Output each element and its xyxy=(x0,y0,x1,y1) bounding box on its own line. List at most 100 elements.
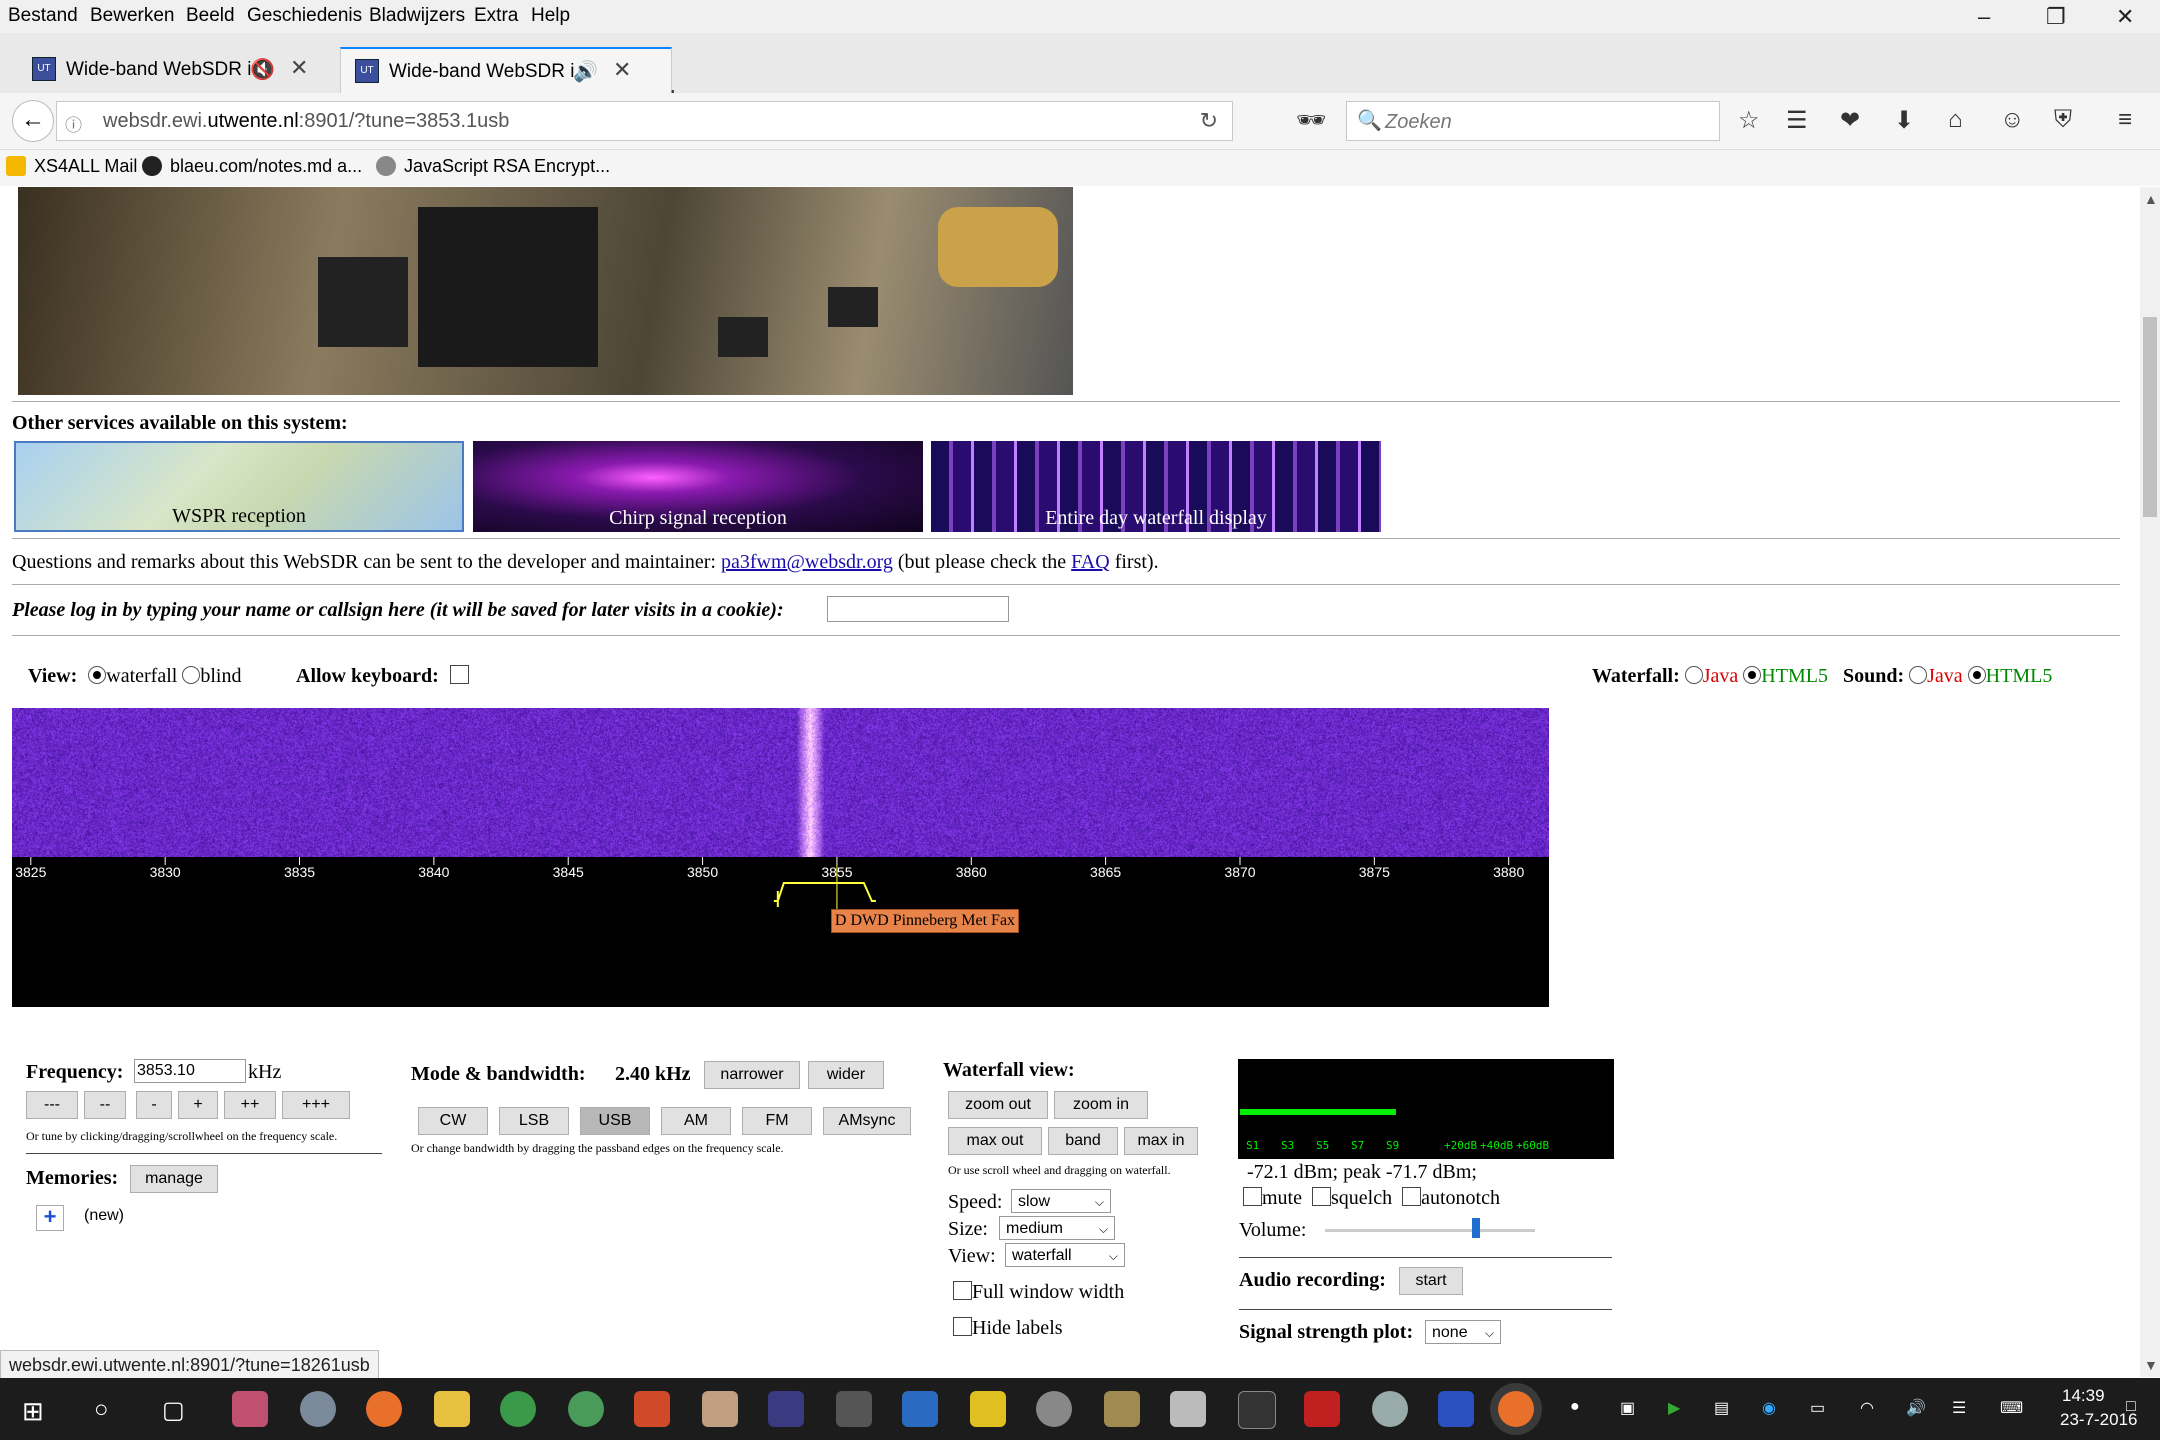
mode-cw-button[interactable]: CW xyxy=(418,1107,488,1135)
autonotch-checkbox[interactable] xyxy=(1402,1187,1421,1206)
waterfall-html5-radio[interactable] xyxy=(1743,666,1761,684)
pocket-icon[interactable]: ❤ xyxy=(1840,106,1860,135)
hamburger-menu-icon[interactable]: ≡ xyxy=(2118,106,2132,134)
back-arrow-icon[interactable]: ← xyxy=(12,100,54,142)
app-icon[interactable] xyxy=(768,1391,804,1427)
day-waterfall-service-link[interactable]: Entire day waterfall display xyxy=(931,441,1381,532)
wider-button[interactable]: wider xyxy=(808,1061,884,1089)
passband-shape[interactable] xyxy=(774,883,876,901)
tray-icon[interactable]: ▣ xyxy=(1620,1398,1635,1418)
wifi-icon[interactable]: ◠ xyxy=(1860,1398,1874,1418)
tune-down-1-button[interactable]: - xyxy=(136,1091,172,1119)
hide-labels-checkbox[interactable] xyxy=(953,1317,972,1336)
mode-fm-button[interactable]: FM xyxy=(742,1107,812,1135)
sound-java-radio[interactable] xyxy=(1909,666,1927,684)
tune-up-3-button[interactable]: +++ xyxy=(282,1091,350,1119)
contact-email-link[interactable]: pa3fwm@websdr.org xyxy=(721,551,893,573)
max-out-button[interactable]: max out xyxy=(948,1127,1042,1155)
keyboard-icon[interactable]: ⌨ xyxy=(2000,1398,2023,1418)
pdf-icon[interactable] xyxy=(970,1391,1006,1427)
menu-bestand[interactable]: Bestand xyxy=(8,5,78,27)
file-explorer-icon[interactable] xyxy=(434,1391,470,1427)
squelch-checkbox[interactable] xyxy=(1312,1187,1331,1206)
app-icon[interactable] xyxy=(1304,1391,1340,1427)
star-icon[interactable]: ☆ xyxy=(1738,106,1760,135)
info-icon[interactable]: ⓘ xyxy=(65,111,82,136)
app-icon[interactable] xyxy=(1438,1391,1474,1427)
menu-bladwijzers[interactable]: Bladwijzers xyxy=(369,5,465,27)
band-button[interactable]: band xyxy=(1048,1127,1118,1155)
callsign-input[interactable] xyxy=(827,596,1009,622)
max-in-button[interactable]: max in xyxy=(1124,1127,1198,1155)
paint-icon[interactable] xyxy=(702,1391,738,1427)
shield-icon[interactable]: ⛨ xyxy=(2054,106,2072,134)
zoom-out-button[interactable]: zoom out xyxy=(948,1091,1048,1119)
frequency-input[interactable] xyxy=(134,1059,246,1083)
allow-keyboard-checkbox[interactable] xyxy=(450,665,469,684)
waterfall-display[interactable] xyxy=(12,708,1549,857)
terminal-icon[interactable] xyxy=(1238,1391,1276,1429)
sound-html5-radio[interactable] xyxy=(1968,666,1986,684)
close-tab-icon[interactable]: ✕ xyxy=(613,57,631,83)
close-tab-icon[interactable]: ✕ xyxy=(290,55,308,81)
faq-link[interactable]: FAQ xyxy=(1071,551,1110,573)
menu-geschiedenis[interactable]: Geschiedenis xyxy=(247,5,362,27)
firefox-icon[interactable] xyxy=(366,1391,402,1427)
volume-icon[interactable]: 🔊 xyxy=(1906,1398,1926,1418)
tray-icon[interactable]: ▤ xyxy=(1714,1398,1729,1418)
view-waterfall-radio[interactable] xyxy=(88,666,106,684)
frequency-scale[interactable]: 3825 3830 3835 3840 3845 3850 3855 3860 3865 3870… xyxy=(12,857,1549,1007)
reload-icon[interactable]: ↻ xyxy=(1200,108,1218,134)
windows-start-icon[interactable]: ⊞ xyxy=(22,1396,44,1427)
globe-icon[interactable] xyxy=(568,1391,604,1427)
tab-websdr-2[interactable]: UT Wide-band WebSDR i... 🔊 ✕ xyxy=(340,47,672,95)
strength-plot-select[interactable]: none ⌵ xyxy=(1425,1320,1501,1344)
vertical-scrollbar[interactable]: ▲ ▼ xyxy=(2140,187,2160,1377)
speaker-icon[interactable]: 🔊 xyxy=(573,59,598,84)
tracking-mask-icon[interactable]: 🕶 xyxy=(1296,106,1326,135)
tab-websdr-1[interactable]: UT Wide-band WebSDR i... 🔇 ✕ xyxy=(18,47,348,93)
station-label[interactable]: D DWD Pinneberg Met Fax xyxy=(831,909,1019,933)
app-icon[interactable] xyxy=(634,1391,670,1427)
mode-am-button[interactable]: AM xyxy=(661,1107,731,1135)
firefox-active-icon[interactable] xyxy=(1498,1391,1534,1427)
app-icon[interactable] xyxy=(300,1391,336,1427)
mode-amsync-button[interactable]: AMsync xyxy=(823,1107,911,1135)
mode-usb-button[interactable]: USB xyxy=(580,1107,650,1135)
tune-down-3-button[interactable]: --- xyxy=(26,1091,78,1119)
bookmark-blaeu[interactable]: blaeu.com/notes.md a... xyxy=(142,156,362,177)
menu-help[interactable]: Help xyxy=(531,5,570,27)
narrower-button[interactable]: narrower xyxy=(704,1061,800,1089)
notification-icon[interactable]: ☰ xyxy=(1952,1398,1966,1418)
wspr-service-link[interactable]: WSPR reception xyxy=(14,441,464,532)
battery-icon[interactable]: ▭ xyxy=(1810,1398,1825,1418)
task-view-icon[interactable]: ▢ xyxy=(162,1396,185,1425)
scroll-up-icon[interactable]: ▲ xyxy=(2144,191,2158,207)
tune-down-2-button[interactable]: -- xyxy=(84,1091,126,1119)
view-blind-radio[interactable] xyxy=(182,666,200,684)
restore-icon[interactable]: ❐ xyxy=(2046,4,2066,30)
app-icon[interactable] xyxy=(1104,1391,1140,1427)
tray-icon[interactable]: ▶ xyxy=(1668,1398,1680,1418)
scroll-thumb[interactable] xyxy=(2143,317,2157,517)
volume-slider[interactable] xyxy=(1472,1218,1480,1238)
menu-bewerken[interactable]: Bewerken xyxy=(90,5,175,27)
search-icon[interactable]: ○ xyxy=(94,1396,109,1424)
size-select[interactable]: medium ⌵ xyxy=(999,1216,1115,1240)
reading-list-icon[interactable]: ☰ xyxy=(1786,106,1808,135)
tray-icon[interactable]: ● xyxy=(1570,1398,1580,1416)
app-icon[interactable] xyxy=(1036,1391,1072,1427)
volume-track[interactable] xyxy=(1325,1229,1535,1232)
tray-icon[interactable]: ◉ xyxy=(1762,1398,1776,1418)
zoom-in-button[interactable]: zoom in xyxy=(1054,1091,1148,1119)
menu-extra[interactable]: Extra xyxy=(474,5,518,27)
search-input[interactable]: 🔍 Zoeken xyxy=(1346,101,1720,141)
chrome-icon[interactable] xyxy=(500,1391,536,1427)
mode-lsb-button[interactable]: LSB xyxy=(499,1107,569,1135)
bookmark-xs4all[interactable]: XS4ALL Mail xyxy=(6,156,137,177)
add-memory-button[interactable]: + xyxy=(36,1205,64,1231)
mute-checkbox[interactable] xyxy=(1243,1187,1262,1206)
close-window-icon[interactable]: ✕ xyxy=(2116,4,2134,30)
chirp-service-link[interactable]: Chirp signal reception xyxy=(473,441,923,532)
app-icon[interactable] xyxy=(836,1391,872,1427)
